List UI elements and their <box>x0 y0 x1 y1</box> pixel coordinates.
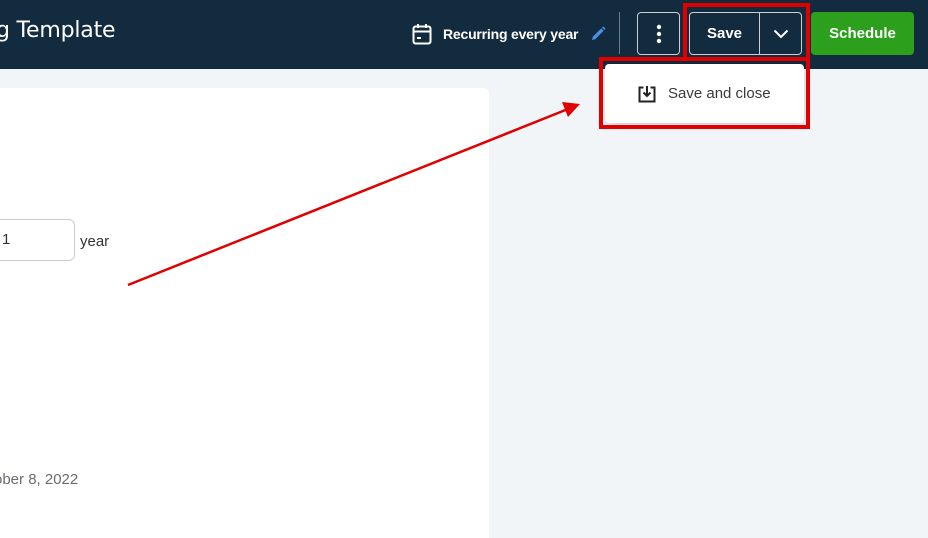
save-split-button: Save <box>689 12 802 55</box>
chevron-down-icon <box>773 29 788 38</box>
schedule-button[interactable]: Schedule <box>811 12 914 55</box>
save-button[interactable]: Save <box>690 13 760 54</box>
recurrence-interval-input[interactable]: 1 <box>0 219 75 261</box>
more-options-button[interactable] <box>637 12 680 55</box>
save-options-dropdown-button[interactable] <box>760 13 801 54</box>
interval-unit-label: year <box>80 233 110 250</box>
page-title: g Template <box>0 18 116 43</box>
calendar-icon <box>412 24 432 45</box>
recurrence-summary[interactable]: Recurring every year <box>412 22 606 46</box>
date-text: ober 8, 2022 <box>0 471 79 488</box>
header-divider <box>619 12 620 54</box>
top-header-bar: g Template Recurring every year Save Sch… <box>0 0 928 69</box>
save-and-close-icon <box>638 85 656 102</box>
pencil-icon[interactable] <box>590 26 606 42</box>
recurrence-text: Recurring every year <box>443 26 579 42</box>
more-vertical-icon <box>656 24 661 43</box>
save-options-menu: Save and close <box>605 64 804 123</box>
save-and-close-menu-item[interactable]: Save and close <box>668 85 771 102</box>
